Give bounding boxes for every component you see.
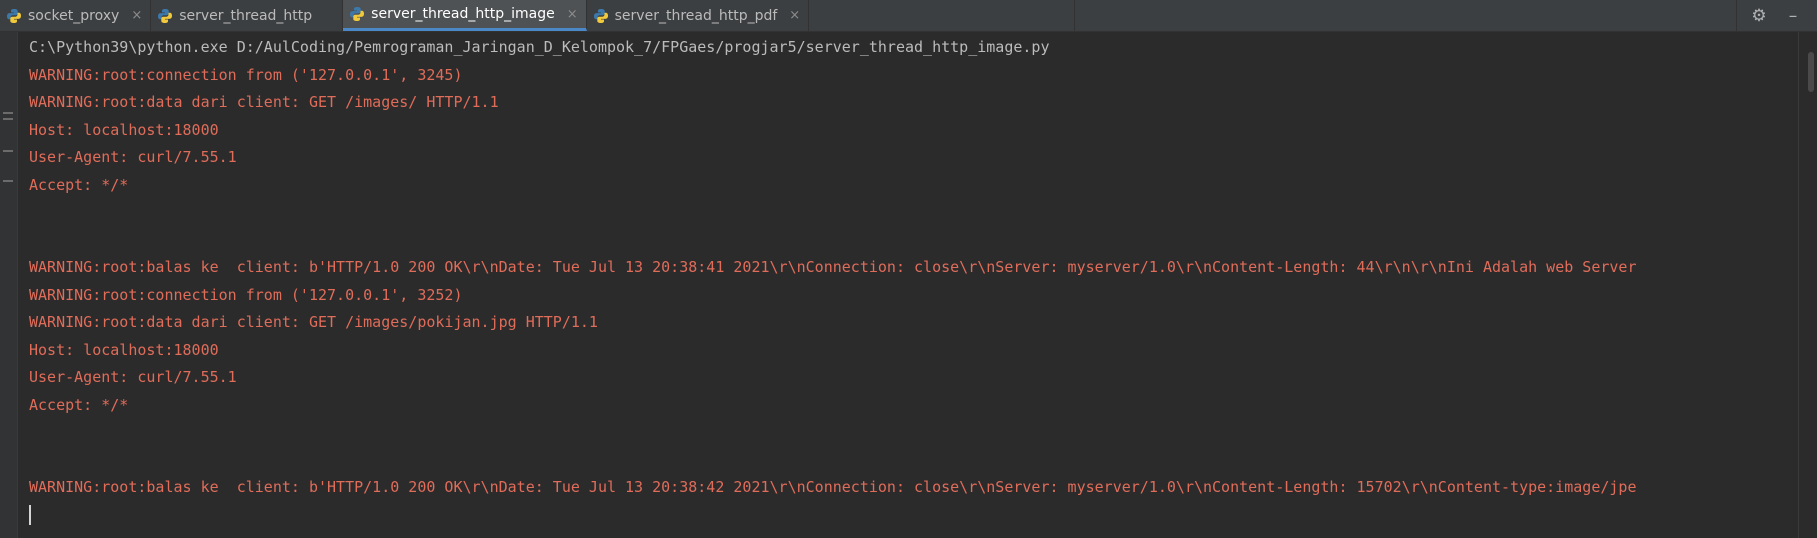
close-icon[interactable]: × [789,8,800,23]
tab-bar-empty-area [1075,0,1737,31]
console-output-line: WARNING:root:balas ke client: b'HTTP/1.0… [29,478,1637,496]
tab-label: server_thread_http_image [371,6,555,22]
tab-bar-spacer [809,0,1076,31]
console-output-line: Accept: */* [29,395,129,414]
gutter-marker [3,112,13,114]
console-output-line: Host: localhost:18000 [29,120,219,139]
text-cursor [29,505,31,525]
console-output-line: Accept: */* [29,175,129,194]
console-output-line: WARNING:root:data dari client: GET /imag… [29,93,499,111]
console-output-line: User-Agent: curl/7.55.1 [29,368,237,386]
console-gutter [0,32,18,538]
tab-label: server_thread_http [179,7,313,24]
run-console-window: socket_proxy × server_thread_http server… [0,0,1817,538]
console-output-line: Host: localhost:18000 [29,340,219,359]
tab-socket-proxy[interactable]: socket_proxy × [0,0,152,31]
python-file-icon [349,6,365,22]
settings-gear-icon[interactable]: ⚙ [1749,6,1769,26]
minimize-icon[interactable]: – [1783,6,1803,26]
scrollbar-thumb[interactable] [1808,52,1814,92]
tab-bar-tools: ⚙ – [1737,0,1817,31]
console-output[interactable]: C:\Python39\python.exe D:/AulCoding/Pemr… [29,34,1797,529]
console-input-line[interactable] [29,502,1797,530]
python-file-icon [6,8,22,24]
tab-server-thread-http[interactable]: server_thread_http [151,0,344,31]
console-output-line: WARNING:root:connection from ('127.0.0.1… [29,285,463,304]
tab-label: socket_proxy [28,7,120,24]
gutter-marker [3,150,13,152]
console-output-line: WARNING:root:connection from ('127.0.0.1… [29,65,463,84]
tab-server-thread-http-pdf[interactable]: server_thread_http_pdf × [587,0,810,31]
gutter-marker [3,118,13,120]
python-file-icon [157,8,173,24]
console-output-line: WARNING:root:data dari client: GET /imag… [29,313,598,331]
console-command-line: C:\Python39\python.exe D:/AulCoding/Pemr… [29,38,1050,56]
console-output-line: WARNING:root:balas ke client: b'HTTP/1.0… [29,258,1637,276]
python-file-icon [593,8,609,24]
right-tool-strip [1798,32,1817,538]
run-tab-bar: socket_proxy × server_thread_http server… [0,0,1817,32]
tab-server-thread-http-image[interactable]: server_thread_http_image × [343,0,587,31]
tab-label: server_thread_http_pdf [614,7,778,24]
console-output-line: User-Agent: curl/7.55.1 [29,148,237,166]
close-icon[interactable]: × [567,7,578,22]
gutter-marker [3,180,13,182]
close-icon[interactable]: × [131,8,142,23]
